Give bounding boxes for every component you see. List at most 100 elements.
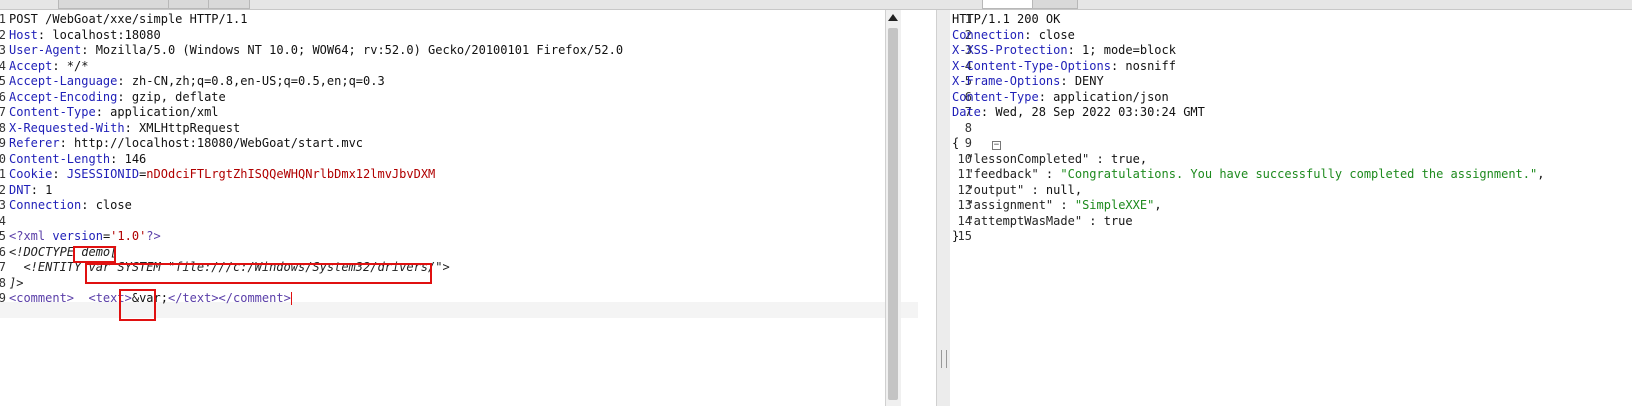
token: : close <box>1024 27 1075 42</box>
line-number: 4 <box>0 58 6 73</box>
line-text: User-Agent: Mozilla/5.0 (Windows NT 10.0… <box>9 42 623 58</box>
line-text: ]> <box>9 275 23 291</box>
token: : zh-CN,zh;q=0.8,en-US;q=0.5,en;q=0.3 <box>117 74 385 88</box>
token: X-Requested-With <box>9 120 125 135</box>
line-text: Content-Type: application/xml <box>9 104 219 120</box>
token: : <box>52 167 67 181</box>
line-number: 8 <box>0 120 6 135</box>
line-text: X-Content-Type-Options: nosniff <box>952 58 1176 74</box>
token: : Wed, 28 Sep 2022 03:30:24 GMT <box>980 105 1205 119</box>
highlight-box-entity-reference <box>119 289 156 321</box>
line-text: POST /WebGoat/xxe/simple HTTP/1.1 <box>9 11 247 27</box>
line-number: 15 <box>0 229 6 243</box>
token: : application/xml <box>95 105 219 119</box>
tab-response-raw[interactable] <box>982 0 1034 9</box>
token: : 1; mode=block <box>1067 43 1176 57</box>
token: DNT <box>9 182 31 197</box>
token: Accept-Encoding <box>9 89 118 104</box>
token: } <box>952 229 960 243</box>
tab-strip <box>0 0 1632 10</box>
tab-response-other[interactable] <box>1032 0 1078 9</box>
token: Content-Length <box>9 151 111 166</box>
request-scrollbar[interactable] <box>885 10 901 406</box>
token: Connection <box>952 27 1025 42</box>
line-number: 8 <box>964 120 972 135</box>
token: Content-Type <box>9 105 96 119</box>
line-number: 16 <box>0 244 6 259</box>
line-text: DNT: 1 <box>9 182 52 198</box>
line-number: 2 <box>0 27 6 42</box>
token: <? <box>9 229 24 243</box>
token: Accept-Language <box>9 74 118 88</box>
line-text: Connection: close <box>952 27 1075 43</box>
line-text: "lessonCompleted" : true, <box>952 151 1147 167</box>
token: version <box>52 229 103 243</box>
token: "output" <box>952 182 1025 197</box>
scrollbar-thumb[interactable] <box>888 28 898 400</box>
token: Accept <box>9 58 53 73</box>
token: : nosniff <box>1110 58 1176 73</box>
tab-request-extra[interactable] <box>208 0 250 9</box>
line-text: Accept-Language: zh-CN,zh;q=0.8,en-US;q=… <box>9 73 385 89</box>
token: X-XSS-Protection <box>952 43 1068 57</box>
token: HTTP/1.1 200 OK <box>952 12 1061 26</box>
line-text: Content-Length: 146 <box>9 151 146 167</box>
token: JSESSIONID <box>66 167 140 181</box>
token: : <box>1038 167 1061 181</box>
line-number: 13 <box>0 198 6 212</box>
token: POST /WebGoat/xxe/simple HTTP/1.1 <box>9 12 248 26</box>
token: Host <box>9 27 38 42</box>
token: nDOdciFTLrgtZhISQQeWHQNrlbDmx12lmvJbvDXM <box>146 167 436 181</box>
token: : true, <box>1089 151 1148 166</box>
fold-toggle-icon[interactable]: − <box>992 141 1001 150</box>
line-number: 6 <box>0 89 6 104</box>
highlight-box-entity-declaration <box>85 263 432 284</box>
line-number: 11 <box>0 167 6 181</box>
line-number: 5 <box>0 74 6 88</box>
token: X-Content-Type-Options <box>952 58 1111 73</box>
token: : 1 <box>30 182 53 197</box>
token: : Mozilla/5.0 (Windows NT 10.0; WOW64; r… <box>81 43 624 57</box>
token: : application/json <box>1038 89 1169 104</box>
line-text: "output" : null, <box>952 182 1082 198</box>
line-text: <?xml version='1.0'?> <box>9 228 161 244</box>
highlight-box-doctype-name <box>73 246 116 263</box>
token: : localhost:18080 <box>37 27 161 42</box>
token: "feedback" <box>952 167 1039 181</box>
request-editor[interactable]: 1 POST /WebGoat/xxe/simple HTTP/1.1 2 Host:… <box>0 10 920 406</box>
tab-request-raw[interactable] <box>58 0 170 9</box>
token: X-Frame-Options <box>952 74 1061 88</box>
scroll-up-arrow-icon[interactable] <box>888 14 898 21</box>
token: Cookie <box>9 167 53 181</box>
token: </comment> <box>218 291 291 305</box>
response-viewer[interactable]: − 1 HTTP/1.1 200 OK 2 Connection: close 3 X-X… <box>950 10 1632 406</box>
splitter-grip-icon <box>941 350 947 368</box>
line-number: 17 <box>0 260 6 274</box>
line-number: 9 <box>0 136 6 150</box>
tab-request-other[interactable] <box>168 0 210 9</box>
token: : true <box>1082 213 1133 228</box>
line-text: "attemptWasMade" : true <box>952 213 1133 229</box>
token: : */* <box>52 58 89 73</box>
line-number: 14 <box>0 213 6 228</box>
line-text: Referer: http://localhost:18080/WebGoat/… <box>9 135 363 151</box>
line-number: 18 <box>0 275 6 290</box>
text-cursor <box>290 292 292 305</box>
line-text: X-Requested-With: XMLHttpRequest <box>9 120 240 136</box>
line-text: Accept: */* <box>9 58 88 74</box>
line-number: 12 <box>0 182 6 197</box>
token: xml <box>23 229 53 243</box>
token: : null, <box>1024 182 1083 197</box>
line-number: 10 <box>0 151 6 166</box>
token: "lessonCompleted" <box>952 151 1090 166</box>
token: : XMLHttpRequest <box>124 120 241 135</box>
token: : DENY <box>1060 74 1104 88</box>
token: Referer <box>9 136 60 150</box>
line-text: } <box>952 228 959 244</box>
token: "assignment" <box>952 198 1054 212</box>
token: </text> <box>167 291 219 305</box>
token: : <box>1053 198 1075 212</box>
token: <comment> <box>9 291 75 305</box>
line-text: "assignment" : "SimpleXXE", <box>952 197 1161 213</box>
